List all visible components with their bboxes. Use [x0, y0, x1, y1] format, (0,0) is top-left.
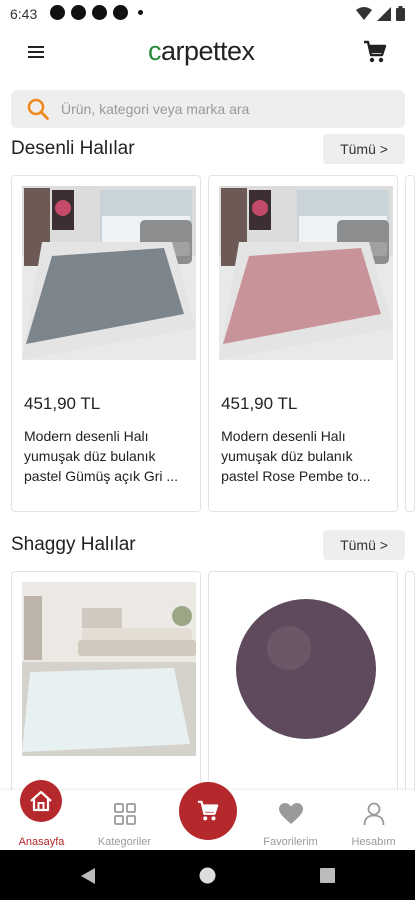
search-input[interactable] — [61, 101, 361, 117]
notification-icon — [71, 5, 86, 20]
recents-icon[interactable] — [320, 868, 335, 883]
wifi-icon — [356, 6, 372, 20]
product-price: 451,90 TL — [221, 394, 298, 413]
product-image — [22, 582, 196, 756]
nav-home[interactable]: Anasayfa — [0, 780, 83, 850]
product-image — [219, 186, 394, 360]
status-icons — [356, 6, 405, 21]
menu-button[interactable] — [28, 43, 56, 65]
see-all-button[interactable]: Tümü > — [323, 530, 405, 560]
rug-photo — [22, 186, 196, 360]
heart-icon — [278, 803, 303, 824]
see-all-button[interactable]: Tümü > — [323, 134, 405, 164]
search-bar[interactable] — [11, 90, 405, 128]
rug-photo — [219, 582, 394, 756]
cart-fab-button[interactable] — [179, 782, 237, 840]
nav-favorites-label: Favorilerim — [263, 836, 318, 848]
product-price: 451,90 TL — [24, 394, 101, 413]
nav-favorites[interactable]: Favorilerim — [249, 790, 332, 850]
cart-icon — [197, 800, 219, 821]
notification-icon — [50, 5, 65, 20]
section-header-shaggy-rugs: Shaggy Halılar Tümü > — [11, 529, 405, 561]
logo-text: carpettex — [148, 36, 255, 66]
notification-icon — [113, 5, 128, 20]
cart-icon — [364, 40, 387, 63]
product-card[interactable] — [11, 571, 202, 811]
nav-home-label: Anasayfa — [18, 836, 65, 848]
back-icon[interactable] — [80, 867, 96, 885]
section-title: Shaggy Halılar — [11, 534, 136, 555]
product-card-partial[interactable] — [405, 571, 415, 811]
nav-categories[interactable]: Kategoriler — [83, 790, 166, 850]
search-icon — [27, 98, 49, 120]
product-image — [219, 582, 394, 756]
user-icon — [363, 802, 384, 826]
product-card[interactable]: 451,90 TL Modern desenli Halı yumuşak dü… — [208, 175, 399, 512]
battery-icon — [396, 6, 405, 21]
more-notifications-icon — [138, 10, 143, 15]
home-icon-circle — [20, 780, 62, 822]
product-carousel-shaggy-rugs[interactable] — [11, 571, 415, 811]
product-name: Modern desenli Halı yumuşak düz bulanık … — [221, 428, 371, 484]
bottom-nav: Anasayfa Kategoriler Favorilerim Hesabım — [0, 780, 415, 850]
cart-button[interactable] — [363, 40, 387, 69]
app-header: carpettex — [0, 28, 415, 78]
system-nav-bar — [0, 850, 415, 900]
nav-account[interactable]: Hesabım — [332, 790, 415, 850]
signal-icon — [377, 6, 391, 21]
product-name: Modern desenli Halı yumuşak düz bulanık … — [24, 428, 179, 484]
product-carousel-patterned-rugs[interactable]: 451,90 TL Modern desenli Halı yumuşak dü… — [11, 175, 415, 512]
rug-shape — [236, 599, 377, 739]
section-title: Desenli Halılar — [11, 138, 135, 159]
notification-icon — [92, 5, 107, 20]
product-card-partial[interactable] — [405, 175, 415, 512]
section-header-patterned-rugs: Desenli Halılar Tümü > — [11, 133, 405, 165]
status-time: 6:43 — [10, 6, 38, 22]
product-image — [22, 186, 196, 360]
rug-shape — [22, 668, 190, 752]
product-card[interactable] — [208, 571, 399, 811]
notification-dots — [50, 5, 143, 20]
rug-photo — [219, 186, 394, 360]
grid-icon — [113, 803, 136, 825]
home-icon — [30, 790, 52, 812]
hamburger-icon-line — [28, 51, 44, 53]
brand-logo[interactable]: carpettex — [148, 36, 255, 67]
status-bar: 6:43 — [0, 0, 415, 28]
hamburger-icon-line — [28, 56, 44, 58]
home-circle-icon[interactable] — [199, 867, 216, 884]
product-card[interactable]: 451,90 TL Modern desenli Halı yumuşak dü… — [11, 175, 202, 512]
rug-photo — [22, 582, 196, 756]
nav-account-label: Hesabım — [351, 836, 396, 848]
hamburger-icon — [28, 46, 44, 48]
nav-categories-label: Kategoriler — [97, 836, 152, 848]
